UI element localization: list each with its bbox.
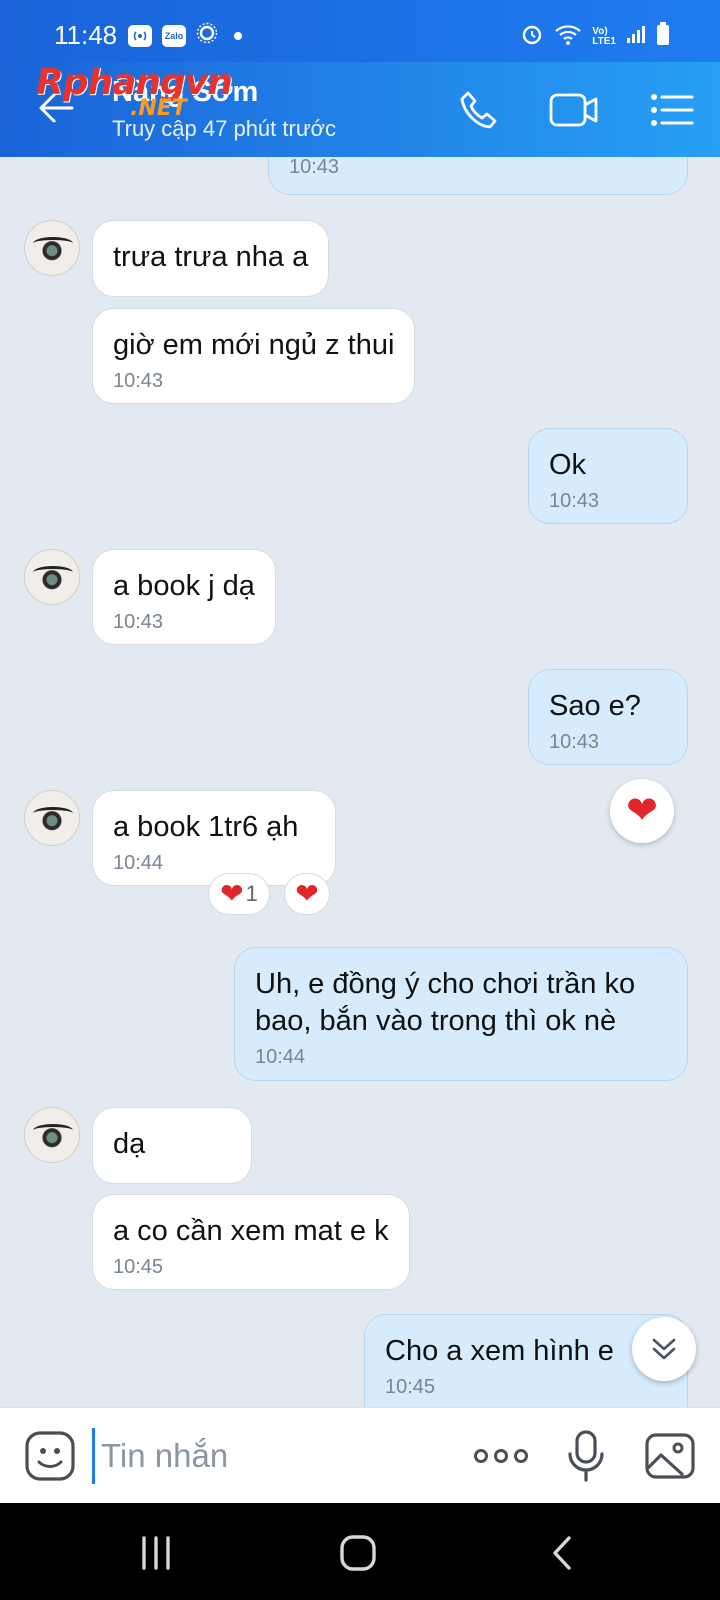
- add-reaction-button[interactable]: ❤: [284, 873, 330, 915]
- message-bubble-outgoing[interactable]: 10:43: [268, 157, 688, 195]
- message-text: Cho a xem hình e: [385, 1335, 614, 1367]
- chat-menu-button[interactable]: [646, 84, 698, 136]
- message-time: 10:45: [113, 1256, 164, 1278]
- photo-button[interactable]: [644, 1432, 696, 1480]
- chevron-left-icon: [553, 1536, 571, 1570]
- dot-icon: [494, 1449, 508, 1463]
- message-bubble-outgoing[interactable]: Sao e? 10:43: [528, 669, 688, 765]
- phone-icon: [460, 91, 497, 129]
- message-bubble-incoming[interactable]: a book j dạ 10:43: [92, 549, 276, 645]
- message-bubble-incoming[interactable]: trưa trưa nha a: [92, 220, 330, 297]
- voice-call-button[interactable]: [454, 84, 506, 136]
- system-navigation-bar: [0, 1503, 720, 1600]
- brightness-icon: [196, 22, 218, 49]
- message-bubble-outgoing[interactable]: Ok 10:43: [528, 428, 688, 524]
- more-notifications-dot: [234, 31, 242, 40]
- message-input[interactable]: [92, 1428, 432, 1484]
- contact-avatar[interactable]: [24, 1107, 80, 1163]
- heart-icon: ❤: [626, 790, 658, 832]
- message-time: 10:43: [549, 731, 600, 753]
- sticker-emoji-icon: [25, 1431, 75, 1481]
- message-bubble-incoming[interactable]: a book 1tr6 ạh 10:44: [92, 790, 336, 886]
- message-time: 10:43: [113, 370, 164, 392]
- reaction-summary[interactable]: ❤ 1: [208, 873, 270, 915]
- heart-icon: ❤: [295, 878, 319, 909]
- voice-message-button[interactable]: [566, 1428, 606, 1484]
- message-text: a book j dạ: [113, 570, 255, 602]
- emoji-button[interactable]: [24, 1430, 76, 1482]
- scroll-to-bottom-button[interactable]: [632, 1317, 696, 1381]
- dot-icon: [514, 1449, 528, 1463]
- message-bubble-outgoing[interactable]: Uh, e đồng ý cho chơi trần ko bao, bắn v…: [234, 947, 688, 1081]
- message-time: 10:43: [289, 157, 340, 178]
- volte-icon: Vo) LTE1: [592, 25, 616, 47]
- lte-label: LTE1: [592, 35, 616, 47]
- message-bubble-incoming[interactable]: giờ em mới ngủ z thui 10:43: [92, 308, 416, 404]
- message-text: a co cần xem mat e k: [113, 1215, 389, 1247]
- dot-icon: [474, 1449, 488, 1463]
- message-composer: [0, 1407, 720, 1503]
- message-text: dạ: [113, 1128, 146, 1160]
- image-icon: [645, 1433, 695, 1479]
- message-time: 10:44: [113, 852, 164, 874]
- heart-icon: ❤: [220, 878, 244, 909]
- video-call-icon: [549, 93, 598, 127]
- signal-icon: [626, 24, 646, 49]
- reaction-button[interactable]: ❤: [610, 779, 674, 843]
- chat-header: Nắng Sớm Truy cập 47 phút trước Rphangvn…: [0, 62, 720, 157]
- contact-avatar[interactable]: [24, 549, 80, 605]
- home-icon: [340, 1535, 376, 1571]
- message-bubble-incoming[interactable]: dạ: [92, 1107, 252, 1184]
- message-text: Sao e?: [549, 690, 641, 722]
- message-text: Uh, e đồng ý cho chơi trần ko bao, bắn v…: [255, 968, 636, 1037]
- menu-list-icon: [651, 94, 694, 126]
- recent-apps-button[interactable]: [132, 1529, 180, 1577]
- message-time: 10:45: [385, 1376, 436, 1398]
- status-bar: 11:48 Zalo Vo) LTE1: [0, 0, 720, 62]
- message-text: trưa trưa nha a: [113, 241, 309, 273]
- system-back-button[interactable]: [538, 1529, 586, 1577]
- watermark-logo-suffix: .NET: [130, 96, 187, 121]
- contact-avatar[interactable]: [24, 220, 80, 276]
- video-call-button[interactable]: [548, 84, 600, 136]
- status-system-icons: Vo) LTE1: [520, 22, 670, 51]
- message-text: a book 1tr6 ạh: [113, 811, 299, 843]
- zalo-app-icon: Zalo: [162, 24, 186, 47]
- battery-icon: [656, 22, 670, 51]
- status-notification-icons: Zalo: [128, 22, 242, 49]
- message-list[interactable]: 10:43 trưa trưa nha a giờ em mới ngủ z t…: [0, 157, 720, 1407]
- microphone-icon: [568, 1430, 604, 1482]
- message-time: 10:44: [255, 1046, 306, 1068]
- message-time: 10:43: [549, 490, 600, 512]
- reaction-count: 1: [245, 881, 258, 906]
- home-button[interactable]: [334, 1529, 382, 1577]
- alarm-icon: [520, 22, 544, 51]
- status-time: 11:48: [54, 20, 118, 50]
- recent-apps-icon: [142, 1536, 170, 1570]
- message-text: giờ em mới ngủ z thui: [113, 329, 395, 361]
- wifi-icon: [554, 22, 582, 51]
- volte-label: Vo): [592, 25, 608, 37]
- hotspot-icon: [128, 24, 152, 47]
- more-options-button[interactable]: [474, 1438, 530, 1474]
- message-time: 10:43: [113, 611, 164, 633]
- double-chevron-down-icon: [652, 1338, 676, 1360]
- contact-avatar[interactable]: [24, 790, 80, 846]
- message-bubble-incoming[interactable]: a co cần xem mat e k 10:45: [92, 1194, 410, 1290]
- message-text: Ok: [549, 449, 587, 481]
